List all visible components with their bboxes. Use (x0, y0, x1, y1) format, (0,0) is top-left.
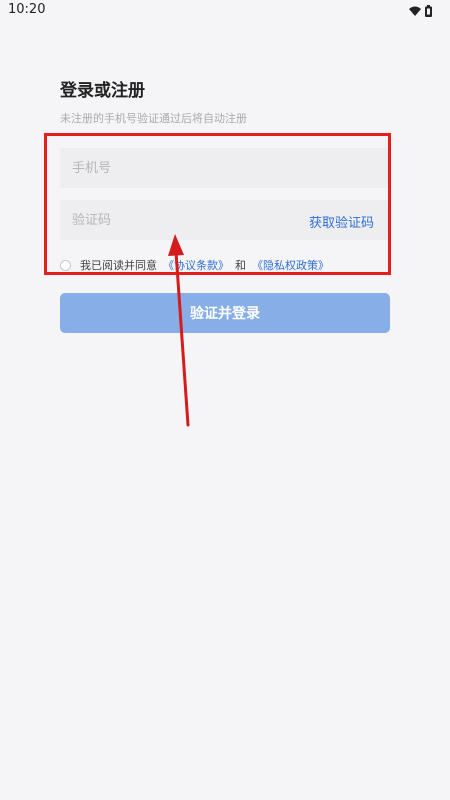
status-icons (409, 3, 432, 19)
battery-icon (425, 5, 432, 17)
wifi-icon (409, 6, 421, 16)
terms-link[interactable]: 《协议条款》 (163, 257, 229, 273)
agreement-row: 我已阅读并同意 《协议条款》 和 《隐私权政策》 (60, 256, 329, 274)
status-bar: 10:20 (0, 0, 450, 22)
page-title: 登录或注册 (60, 81, 145, 101)
status-time: 10:20 (8, 2, 46, 17)
code-input[interactable] (72, 200, 302, 240)
page-subtitle: 未注册的手机号验证通过后将自动注册 (60, 112, 247, 125)
privacy-link[interactable]: 《隐私权政策》 (252, 257, 329, 273)
get-code-button[interactable]: 获取验证码 (309, 212, 374, 231)
phone-field[interactable] (60, 148, 388, 188)
phone-input[interactable] (72, 148, 302, 188)
agreement-checkbox[interactable] (60, 259, 71, 271)
agreement-text: 我已阅读并同意 (80, 259, 157, 272)
login-button[interactable]: 验证并登录 (60, 293, 390, 333)
agreement-conjunction: 和 (235, 259, 246, 272)
code-field[interactable]: 获取验证码 (60, 200, 388, 240)
